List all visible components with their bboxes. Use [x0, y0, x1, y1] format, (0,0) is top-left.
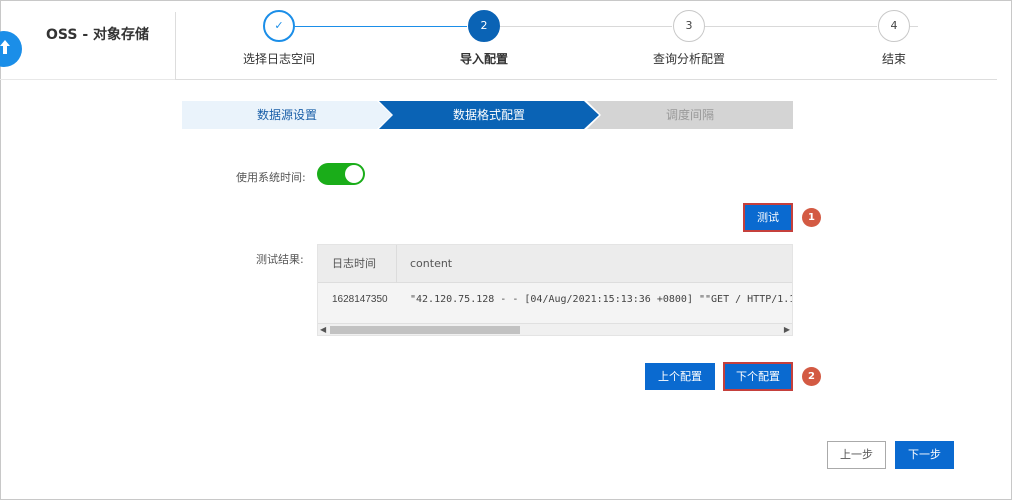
step-import-config[interactable]: 2 导入配置 — [414, 10, 554, 67]
scroll-left-icon[interactable]: ◀ — [320, 325, 326, 335]
cell-content: "42.120.75.128 - - [04/Aug/2021:15:13:36… — [410, 289, 793, 311]
table-header: 日志时间 content — [318, 245, 792, 283]
oss-logo-icon — [0, 40, 10, 54]
next-step-button[interactable]: 下一步 — [895, 441, 954, 469]
header-left-border — [0, 79, 175, 80]
step-label: 结束 — [824, 50, 964, 67]
annotation-badge-1: 1 — [802, 208, 821, 227]
scrollbar-thumb[interactable] — [330, 326, 520, 334]
cell-time: 1628147350 — [332, 289, 388, 311]
next-config-button[interactable]: 下个配置 — [725, 364, 791, 389]
substep-bar: 数据源设置 数据格式配置 调度间隔 — [182, 101, 793, 129]
step-finish[interactable]: 4 结束 — [824, 10, 964, 67]
result-table: 日志时间 content 1628147350 "42.120.75.128 -… — [317, 244, 793, 336]
column-header-time: 日志时间 — [332, 245, 376, 283]
horizontal-scrollbar[interactable]: ◀ ▶ — [318, 323, 792, 335]
step-number: 3 — [673, 10, 705, 42]
scroll-right-icon[interactable]: ▶ — [784, 325, 790, 335]
column-header-content: content — [410, 245, 452, 283]
substep-schedule[interactable]: 调度间隔 — [587, 101, 793, 129]
step-label: 查询分析配置 — [619, 50, 759, 67]
step-label: 导入配置 — [414, 50, 554, 67]
substep-format[interactable]: 数据格式配置 — [379, 101, 599, 129]
column-divider — [396, 245, 397, 283]
step-number: 4 — [878, 10, 910, 42]
prev-config-button[interactable]: 上个配置 — [645, 363, 715, 390]
annotation-badge-2: 2 — [802, 367, 821, 386]
toggle-knob — [345, 165, 363, 183]
test-button[interactable]: 测试 — [745, 205, 791, 230]
step-select-logstore[interactable]: ✓ 选择日志空间 — [209, 10, 349, 67]
step-query-config[interactable]: 3 查询分析配置 — [619, 10, 759, 67]
check-icon: ✓ — [263, 10, 295, 42]
substep-datasource[interactable]: 数据源设置 — [182, 101, 392, 129]
system-time-label: 使用系统时间: — [236, 169, 306, 185]
app-title: OSS - 对象存储 — [46, 24, 149, 44]
prev-step-button[interactable]: 上一步 — [827, 441, 886, 469]
system-time-toggle[interactable] — [317, 163, 365, 185]
header-bottom-border — [175, 79, 997, 80]
test-result-label: 测试结果: — [256, 251, 304, 267]
header-divider — [175, 12, 176, 80]
step-label: 选择日志空间 — [209, 50, 349, 67]
step-number: 2 — [468, 10, 500, 42]
